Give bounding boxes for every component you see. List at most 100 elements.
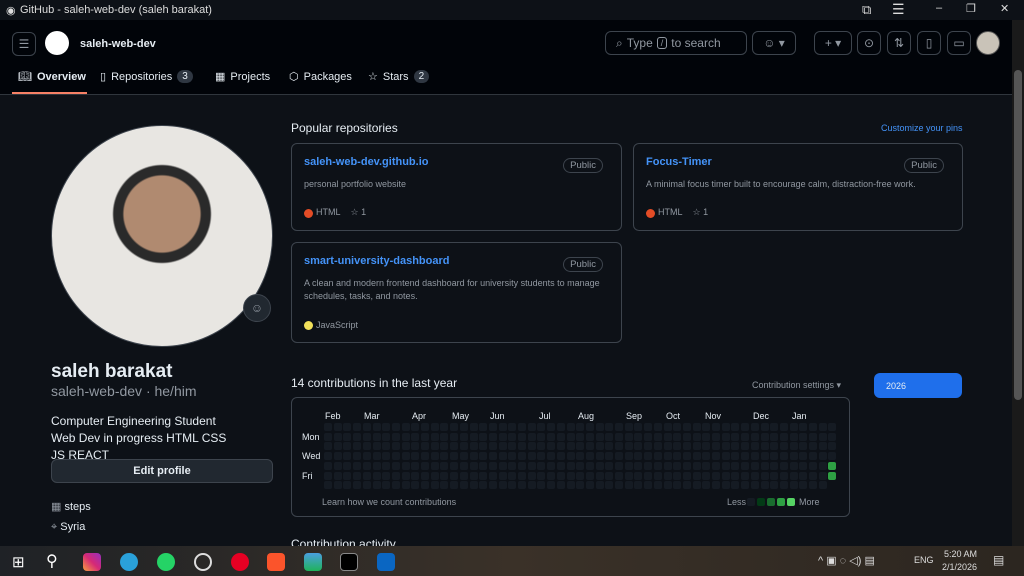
contribution-day[interactable] (673, 481, 682, 490)
repositories-icon[interactable]: ▯ (917, 31, 941, 55)
contribution-day[interactable] (789, 471, 798, 480)
contribution-day[interactable] (770, 481, 779, 490)
contribution-day[interactable] (653, 423, 662, 431)
contribution-day[interactable] (721, 452, 730, 461)
tab-projects[interactable]: ▦ Projects (215, 70, 270, 84)
contribution-day[interactable] (411, 481, 420, 490)
contribution-day[interactable] (692, 432, 701, 441)
inbox-icon[interactable]: ▭ (947, 31, 971, 55)
contribution-day[interactable] (430, 452, 439, 461)
contribution-day[interactable] (760, 471, 769, 480)
contribution-day[interactable] (673, 461, 682, 470)
contribution-day[interactable] (721, 461, 730, 470)
contribution-day[interactable] (508, 461, 517, 470)
contribution-day[interactable] (488, 432, 497, 441)
github-logo-icon[interactable] (45, 31, 69, 55)
contribution-day[interactable] (527, 442, 536, 451)
contribution-day[interactable] (576, 471, 585, 480)
contribution-day[interactable] (324, 442, 332, 451)
tab-stars[interactable]: ☆ Stars 2 (368, 70, 430, 83)
customize-pins-link[interactable]: Customize your pins (881, 123, 963, 133)
contribution-day[interactable] (333, 481, 342, 490)
contribution-day[interactable] (362, 471, 371, 480)
contribution-day[interactable] (391, 452, 400, 461)
contribution-day[interactable] (479, 471, 488, 480)
contribution-settings-button[interactable]: Contribution settings ▾ (752, 380, 841, 391)
contribution-day[interactable] (595, 452, 604, 461)
contribution-day[interactable] (663, 471, 672, 480)
contribution-day[interactable] (624, 452, 633, 461)
contribution-day[interactable] (653, 452, 662, 461)
contribution-day[interactable] (799, 442, 808, 451)
search-input[interactable]: ⌕ Type / to search (605, 31, 747, 55)
contribution-day[interactable] (353, 423, 362, 431)
contribution-day[interactable] (712, 442, 720, 451)
contribution-day[interactable] (634, 471, 643, 480)
contribution-day[interactable] (789, 452, 798, 461)
contribution-day[interactable] (702, 471, 711, 480)
contribution-day[interactable] (488, 423, 497, 431)
contribution-day[interactable] (421, 442, 429, 451)
contribution-day[interactable] (421, 452, 429, 461)
contribution-day[interactable] (750, 461, 759, 470)
github-desktop-icon[interactable] (340, 553, 358, 571)
contribution-day[interactable] (479, 481, 488, 490)
contribution-day[interactable] (469, 442, 478, 451)
contribution-day[interactable] (634, 442, 643, 451)
contribution-day[interactable] (682, 481, 691, 490)
contribution-day[interactable] (712, 452, 720, 461)
copilot-button[interactable]: ☺ ▾ (752, 31, 796, 55)
contribution-day[interactable] (731, 432, 740, 441)
contribution-day[interactable] (547, 423, 556, 431)
contribution-day[interactable] (498, 461, 507, 470)
contribution-day[interactable] (556, 471, 565, 480)
extensions-icon[interactable]: ⧉ (862, 2, 871, 18)
contribution-day[interactable] (653, 461, 662, 470)
contribution-day[interactable] (508, 423, 517, 431)
contribution-day[interactable] (712, 432, 720, 441)
contribution-day[interactable] (770, 432, 779, 441)
contribution-day[interactable] (566, 461, 575, 470)
contribution-day[interactable] (731, 452, 740, 461)
contribution-day[interactable] (488, 442, 497, 451)
contribution-day[interactable] (372, 442, 381, 451)
contribution-day[interactable] (731, 423, 740, 431)
contribution-day[interactable] (440, 442, 449, 451)
contribution-day[interactable] (440, 452, 449, 461)
contribution-day[interactable] (682, 471, 691, 480)
contribution-day[interactable] (673, 432, 682, 441)
contribution-day[interactable] (644, 432, 653, 441)
contribution-day[interactable] (372, 452, 381, 461)
contribution-day[interactable] (353, 432, 362, 441)
contribution-day[interactable] (324, 452, 332, 461)
close-button[interactable]: ✕ (1000, 2, 1009, 15)
contribution-day[interactable] (324, 432, 332, 441)
contribution-day[interactable] (789, 461, 798, 470)
contribution-day[interactable] (576, 461, 585, 470)
contribution-day[interactable] (789, 432, 798, 441)
contribution-day[interactable] (440, 432, 449, 441)
contribution-day[interactable] (760, 423, 769, 431)
contribution-day[interactable] (595, 423, 604, 431)
contribution-day[interactable] (401, 423, 410, 431)
contribution-day[interactable] (488, 461, 497, 470)
contribution-day[interactable] (459, 423, 468, 431)
contribution-day[interactable] (741, 442, 750, 451)
contribution-day[interactable] (391, 461, 400, 470)
contribution-day[interactable] (459, 432, 468, 441)
contribution-day[interactable] (556, 452, 565, 461)
contribution-day[interactable] (634, 432, 643, 441)
contribution-day[interactable] (421, 481, 429, 490)
contribution-day[interactable] (440, 471, 449, 480)
contribution-day[interactable] (498, 452, 507, 461)
contribution-day[interactable] (566, 452, 575, 461)
contribution-day[interactable] (663, 423, 672, 431)
contribution-day[interactable] (653, 471, 662, 480)
contribution-day[interactable] (644, 452, 653, 461)
contribution-day[interactable] (624, 423, 633, 431)
contribution-day[interactable] (537, 481, 546, 490)
contribution-day[interactable] (547, 471, 556, 480)
contribution-day[interactable] (469, 452, 478, 461)
contribution-day[interactable] (750, 452, 759, 461)
contribution-day[interactable] (828, 471, 837, 480)
